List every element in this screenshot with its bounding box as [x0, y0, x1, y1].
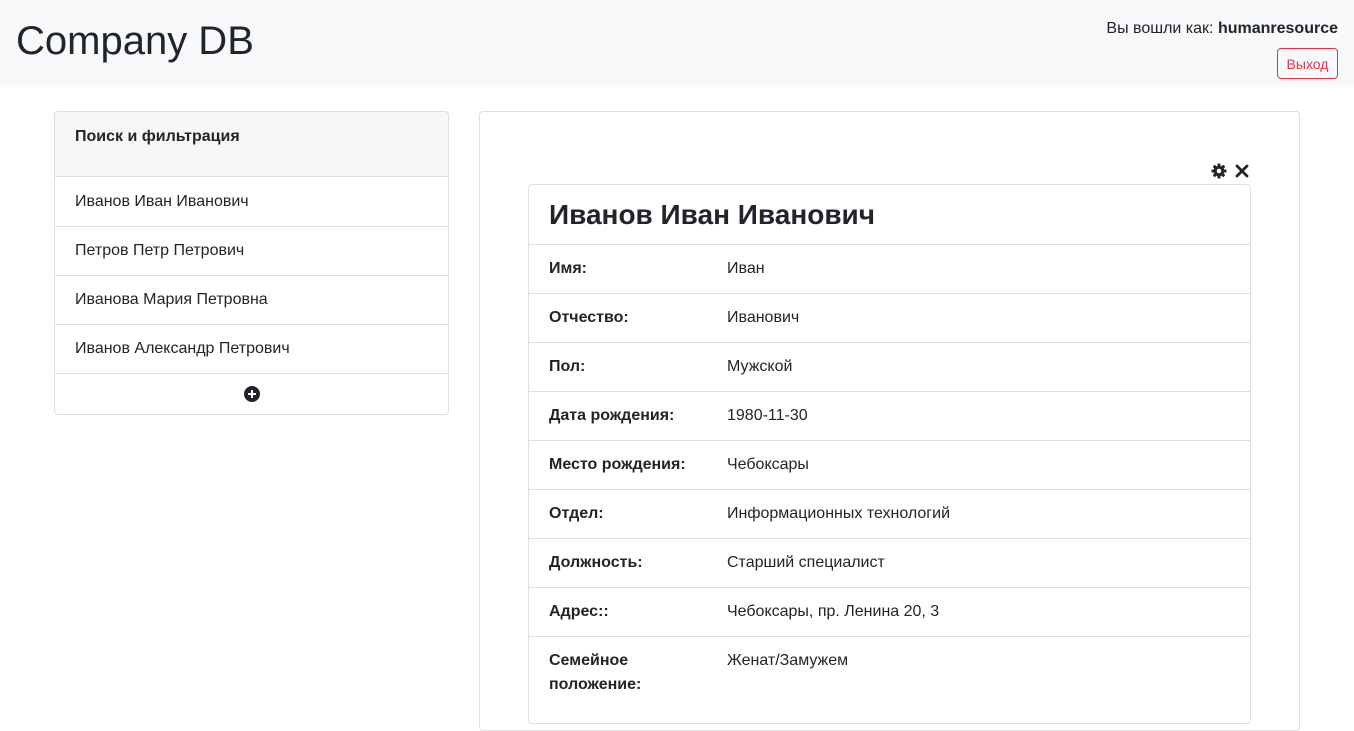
detail-row-birth-place: Место рождения: Чебоксары	[529, 440, 1250, 489]
panel-tools	[1211, 163, 1250, 179]
detail-row-first-name: Имя: Иван	[529, 244, 1250, 293]
field-value: Женат/Замужем	[727, 652, 849, 669]
close-icon[interactable]	[1234, 163, 1250, 179]
employee-list-item[interactable]: Иванов Александр Петрович	[55, 324, 448, 373]
top-navbar: Company DB Вы вошли как: humanresource В…	[0, 0, 1354, 87]
field-label: Семейное положение:	[549, 652, 642, 693]
detail-row-birth-date: Дата рождения: 1980-11-30	[529, 391, 1250, 440]
field-value: Чебоксары, пр. Ленина 20, 3	[727, 603, 940, 620]
employee-list-item[interactable]: Иванова Мария Петровна	[55, 275, 448, 324]
detail-row-address: Адрес:: Чебоксары, пр. Ленина 20, 3	[529, 587, 1250, 636]
field-value: Информационных технологий	[727, 505, 951, 522]
employee-list: Иванов Иван Иванович Петров Петр Петрови…	[54, 177, 449, 415]
employee-name-heading: Иванов Иван Иванович	[549, 198, 876, 230]
login-info: Вы вошли как: humanresource	[1106, 18, 1338, 40]
employee-list-item[interactable]: Иванов Иван Иванович	[55, 177, 448, 226]
field-value: 1980-11-30	[727, 407, 808, 424]
sidebar: Поиск и фильтрация Иванов Иван Иванович …	[54, 111, 449, 415]
detail-row-patronymic: Отчество: Иванович	[529, 293, 1250, 342]
field-label: Пол:	[549, 358, 586, 375]
brand-title[interactable]: Company DB	[16, 16, 254, 66]
field-value: Старший специалист	[727, 554, 885, 571]
login-prefix: Вы вошли как:	[1106, 20, 1214, 37]
logout-button[interactable]: Выход	[1277, 48, 1338, 79]
field-value: Мужской	[727, 358, 793, 375]
add-employee-row	[55, 373, 448, 414]
detail-row-position: Должность: Старший специалист	[529, 538, 1250, 587]
search-filter-toggle[interactable]: Поиск и фильтрация	[54, 111, 449, 177]
gear-icon[interactable]	[1211, 163, 1227, 179]
field-label: Отдел:	[549, 505, 604, 522]
field-label: Должность:	[549, 554, 643, 571]
field-label: Имя:	[549, 260, 587, 277]
field-value: Иван	[727, 260, 765, 277]
field-value: Иванович	[727, 309, 800, 326]
field-label: Адрес::	[549, 603, 609, 620]
field-label: Место рождения:	[549, 456, 686, 473]
detail-row-gender: Пол: Мужской	[529, 342, 1250, 391]
field-value: Чебоксары	[727, 456, 809, 473]
plus-circle-icon[interactable]	[243, 386, 260, 402]
employee-list-item[interactable]: Петров Петр Петрович	[55, 226, 448, 275]
field-label: Отчество:	[549, 309, 629, 326]
username: humanresource	[1217, 20, 1338, 37]
field-label: Дата рождения:	[549, 407, 675, 424]
detail-row-department: Отдел: Информационных технологий	[529, 489, 1250, 538]
detail-row-marital-status: Семейное положение: Женат/Замужем	[529, 636, 1250, 709]
employee-detail-card: Иванов Иван Иванович Имя: Иван Отчество:…	[528, 184, 1251, 724]
